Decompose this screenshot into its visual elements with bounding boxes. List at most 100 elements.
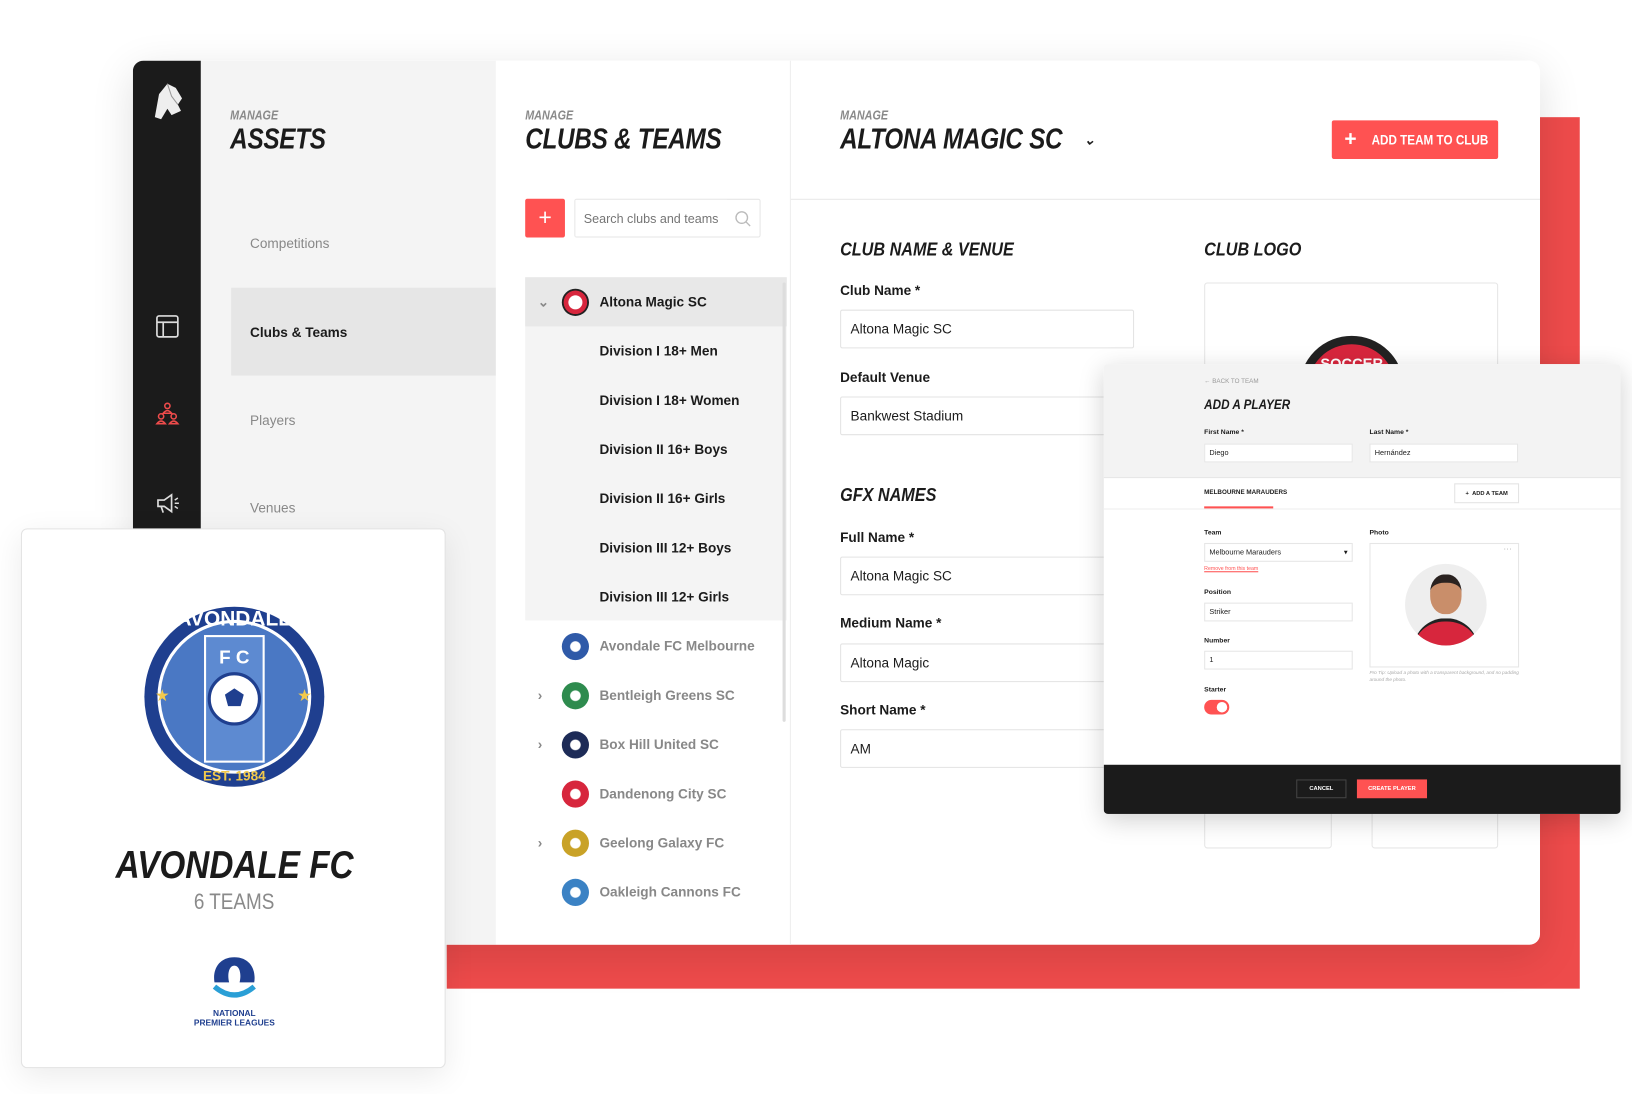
club-row[interactable]: › Box Hill United SC: [525, 720, 787, 769]
medium-name-input[interactable]: Altona Magic: [840, 643, 1135, 683]
club-row[interactable]: › Geelong Galaxy FC: [525, 818, 787, 867]
back-label: BACK TO TEAM: [1212, 378, 1259, 386]
clubs-panel: MANAGE CLUBS & TEAMS + ⌄ Altona Magic SC…: [495, 60, 791, 945]
club-logo-icon: [561, 779, 590, 808]
chevron-right-icon[interactable]: ›: [538, 687, 543, 703]
manage-label: MANAGE: [840, 107, 889, 123]
megaphone-icon[interactable]: [155, 491, 180, 516]
nav-item-competitions[interactable]: Competitions: [231, 199, 496, 287]
club-logo-icon: [561, 730, 590, 758]
section-heading: CLUB LOGO: [1204, 238, 1302, 260]
short-name-input[interactable]: AM: [840, 729, 1135, 768]
full-name-input[interactable]: Altona Magic SC: [840, 556, 1135, 596]
panel-title: CLUBS & TEAMS: [525, 123, 722, 155]
badge-text: EST. 1984: [203, 768, 266, 783]
club-row[interactable]: Dandenong City SC: [525, 769, 787, 818]
field-label: Last Name *: [1369, 428, 1409, 437]
scrollbar[interactable]: [782, 282, 786, 722]
layout-icon[interactable]: [155, 314, 180, 339]
team-row[interactable]: Division II 16+ Girls: [525, 474, 787, 523]
team-row[interactable]: Division III 12+ Girls: [525, 572, 787, 621]
club-logo-icon: [561, 632, 590, 660]
search-icon[interactable]: [734, 210, 751, 227]
manage-label: MANAGE: [230, 107, 279, 123]
add-team-to-club-button[interactable]: + ADD TEAM TO CLUB: [1331, 120, 1499, 160]
add-player-modal: ← BACK TO TEAM ADD A PLAYER First Name *…: [1103, 364, 1621, 814]
club-name: Altona Magic SC: [599, 293, 707, 310]
field-label: Club Name *: [840, 282, 921, 299]
field-label: Medium Name *: [840, 615, 942, 631]
club-card[interactable]: ★ ★ AVONDALE F C EST. 1984 AVONDALE FC 6 …: [20, 528, 446, 1069]
team-row[interactable]: Division I 18+ Men: [525, 326, 787, 375]
chevron-right-icon[interactable]: ›: [538, 835, 543, 851]
avondale-badge-logo: ★ ★ AVONDALE F C EST. 1984: [144, 606, 325, 787]
npl-emblem-icon: [212, 957, 256, 998]
section-heading: CLUB NAME & VENUE: [840, 238, 1014, 260]
team-row[interactable]: Division II 16+ Boys: [525, 425, 787, 474]
team-row[interactable]: Division III 12+ Boys: [525, 523, 787, 572]
search-box: [574, 198, 761, 238]
modal-header: [1103, 364, 1621, 479]
add-club-button[interactable]: +: [525, 198, 565, 238]
nav-item-clubs-teams[interactable]: Clubs & Teams: [231, 287, 496, 376]
manage-label: MANAGE: [525, 107, 574, 123]
team-name: Division II 16+ Girls: [599, 490, 726, 507]
badge-text: AVONDALE: [176, 608, 292, 631]
player-photo: [1405, 563, 1487, 646]
first-name-input[interactable]: Diego: [1204, 443, 1353, 463]
field-label: Photo: [1369, 529, 1389, 537]
club-row-expanded[interactable]: ⌄ Altona Magic SC: [525, 277, 787, 327]
club-name: Oakleigh Cannons FC: [599, 884, 741, 900]
team-name: Division III 12+ Girls: [599, 589, 730, 605]
button-label: ADD TEAM TO CLUB: [1371, 131, 1488, 148]
badge-text: F C: [219, 646, 250, 667]
position-input[interactable]: Striker: [1204, 602, 1353, 622]
team-name: Division I 18+ Men: [599, 343, 718, 359]
section-heading: GFX NAMES: [840, 484, 937, 506]
more-options-icon[interactable]: ···: [1503, 544, 1511, 553]
chevron-down-icon[interactable]: ⌄: [1084, 131, 1095, 148]
plus-icon: +: [1344, 127, 1357, 151]
field-label: Full Name *: [840, 529, 915, 546]
chevron-right-icon[interactable]: ›: [538, 737, 543, 753]
add-a-team-button[interactable]: + ADD A TEAM: [1454, 483, 1520, 504]
club-logo-icon: [561, 681, 590, 709]
npl-logo: NATIONAL PREMIER LEAGUES: [182, 953, 287, 1027]
team-name: Division III 12+ Boys: [599, 539, 732, 556]
club-row[interactable]: Avondale FC Melbourne: [525, 621, 787, 670]
venue-input[interactable]: Bankwest Stadium: [840, 396, 1135, 436]
page-title: ASSETS: [230, 123, 326, 155]
tab-team[interactable]: MELBOURNE MARAUDERS: [1204, 490, 1287, 496]
chevron-down-icon: ▾: [1343, 549, 1348, 557]
club-name: Avondale FC Melbourne: [599, 638, 755, 654]
club-logo-icon: [561, 829, 590, 857]
number-input[interactable]: 1: [1204, 650, 1353, 670]
team-name: Division II 16+ Boys: [599, 441, 728, 458]
search-input[interactable]: [575, 199, 728, 237]
club-row[interactable]: › Bentleigh Greens SC: [525, 671, 787, 720]
team-row[interactable]: Division I 18+ Women: [525, 376, 787, 425]
nav-item-players[interactable]: Players: [231, 376, 496, 464]
back-to-team-link[interactable]: ← BACK TO TEAM: [1204, 379, 1258, 385]
field-label: Short Name *: [840, 702, 926, 718]
last-name-input[interactable]: Hernández: [1369, 443, 1519, 463]
cancel-button[interactable]: CANCEL: [1296, 779, 1347, 799]
club-title[interactable]: ALTONA MAGIC SC: [840, 123, 1063, 155]
club-name: Box Hill United SC: [599, 736, 719, 753]
users-icon[interactable]: [155, 402, 180, 427]
club-name: Geelong Galaxy FC: [599, 834, 725, 851]
photo-upload[interactable]: ···: [1369, 542, 1520, 668]
club-name-input[interactable]: Altona Magic SC: [840, 309, 1135, 349]
club-name: Bentleigh Greens SC: [599, 687, 735, 704]
field-label: Position: [1204, 589, 1232, 597]
starter-toggle[interactable]: [1204, 699, 1230, 715]
divider: [1103, 508, 1621, 510]
club-row[interactable]: Oakleigh Cannons FC: [525, 867, 787, 916]
field-label: Number: [1204, 637, 1230, 645]
create-player-button[interactable]: CREATE PLAYER: [1356, 779, 1428, 799]
svg-text:★: ★: [155, 686, 170, 705]
team-select[interactable]: Melbourne Marauders ▾: [1204, 542, 1353, 562]
remove-from-team-link[interactable]: Remove from this team: [1204, 566, 1258, 572]
chevron-down-icon[interactable]: ⌄: [538, 293, 549, 310]
field-label: Default Venue: [840, 369, 931, 386]
